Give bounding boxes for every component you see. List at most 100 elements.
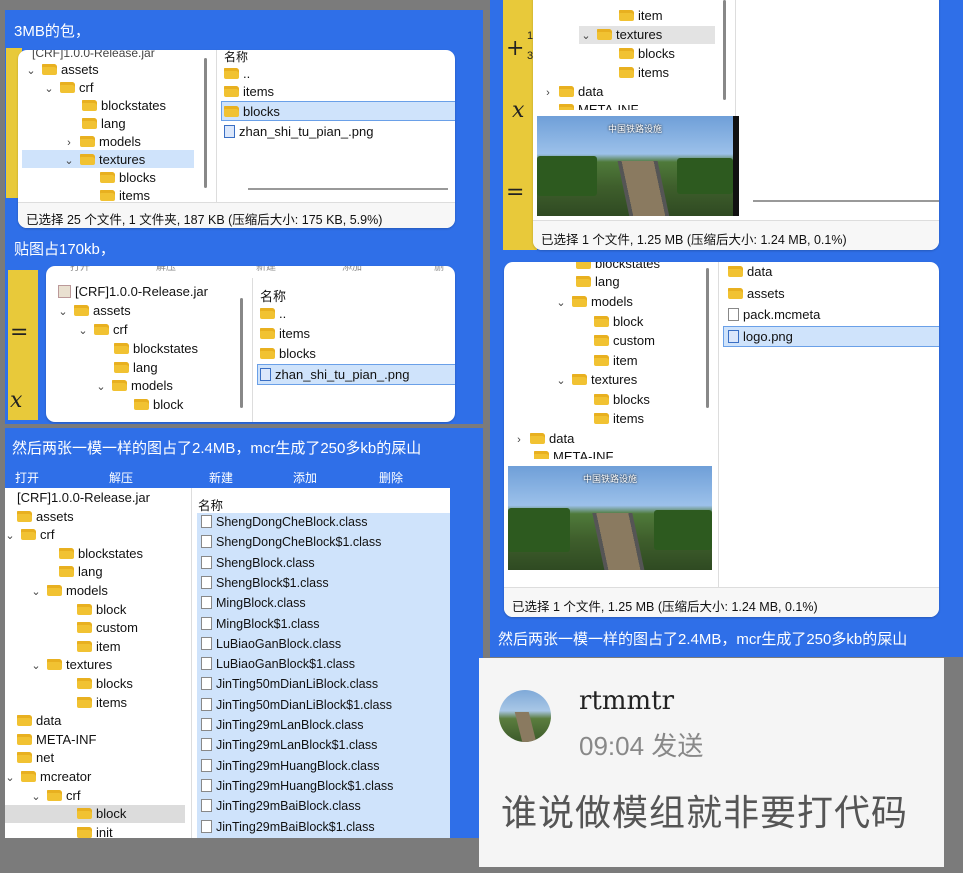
chevron-right-icon[interactable]: › xyxy=(543,87,553,99)
tree-item[interactable]: item xyxy=(619,8,663,23)
list-logo[interactable]: logo.png xyxy=(728,329,793,344)
archive-tree-item[interactable]: [CRF]1.0.0-Release.jar xyxy=(17,490,150,505)
file-row[interactable]: MingBlock$1.class xyxy=(201,616,320,631)
file-row[interactable]: JinTing29mLanBlock.class xyxy=(201,718,364,732)
file-row[interactable]: JinTing29mBaiBlock.class xyxy=(201,799,361,813)
tree-models[interactable]: › models xyxy=(64,134,141,149)
tree-item[interactable]: blocks xyxy=(594,392,650,407)
chevron-down-icon[interactable]: ⌄ xyxy=(556,296,566,309)
chevron-down-icon[interactable]: ⌄ xyxy=(581,29,591,42)
file-row[interactable]: JinTing29mHuangBlock$1.class xyxy=(201,778,393,793)
file-row[interactable]: LuBiaoGanBlock$1.class xyxy=(201,657,355,671)
tree-lang[interactable]: lang xyxy=(114,360,158,375)
tree-data[interactable]: › data xyxy=(543,84,603,99)
file-row[interactable]: LuBiaoGanBlock.class xyxy=(201,636,341,651)
file-row[interactable]: JinTing50mDianLiBlock$1.class xyxy=(201,697,392,712)
archive-tree-item[interactable]: assets xyxy=(17,509,74,524)
tree-jar[interactable]: [CRF]1.0.0-Release.jar xyxy=(58,284,208,299)
list-parent[interactable]: .. xyxy=(260,306,286,321)
file-row[interactable]: ShengBlock$1.class xyxy=(201,575,329,590)
chevron-down-icon[interactable]: ⌄ xyxy=(31,790,41,803)
chevron-down-icon[interactable]: ⌄ xyxy=(44,82,54,95)
tree-item[interactable]: blockstates xyxy=(576,262,660,271)
archive-tree-item[interactable]: items xyxy=(77,695,127,710)
extract-button[interactable]: 解压 xyxy=(109,469,133,486)
list-blocks[interactable]: blocks xyxy=(224,104,280,119)
tree-item[interactable]: lang xyxy=(576,274,620,289)
file-row[interactable]: JinTing50mDianLiBlock.class xyxy=(201,677,378,691)
avatar[interactable] xyxy=(499,690,551,742)
tree-blockstates[interactable]: blockstates xyxy=(114,341,198,356)
tree-item[interactable]: META-INF xyxy=(534,449,613,459)
column-header-name[interactable]: 名称 xyxy=(260,286,286,305)
file-row[interactable]: JinTing29mLanBlock$1.class xyxy=(201,738,377,752)
archive-tree-item[interactable]: META-INF xyxy=(17,732,96,747)
tree-crf[interactable]: ⌄ crf xyxy=(78,322,127,337)
tree-crf[interactable]: ⌄ crf xyxy=(44,80,93,95)
tree-item[interactable]: item xyxy=(594,353,638,368)
archive-tree-item[interactable]: init xyxy=(77,825,113,838)
chevron-down-icon[interactable]: ⌄ xyxy=(96,380,106,393)
chevron-down-icon[interactable]: ⌄ xyxy=(5,771,15,784)
tree-item[interactable]: items xyxy=(594,411,644,426)
archive-tree-item[interactable]: blockstates xyxy=(59,546,143,561)
archive-tree-item[interactable]: block xyxy=(77,602,126,617)
archive-tree-item[interactable]: ⌄ crf xyxy=(5,527,54,542)
archive-tree-item[interactable]: block xyxy=(77,806,126,821)
file-row[interactable]: JinTing29mHuangBlock.class xyxy=(201,758,380,773)
list-blocks[interactable]: blocks xyxy=(260,346,316,361)
list-items[interactable]: items xyxy=(260,326,310,341)
h-scrollbar[interactable] xyxy=(753,200,939,202)
tree-textures[interactable]: ⌄ textures xyxy=(581,27,662,42)
chevron-down-icon[interactable]: ⌄ xyxy=(31,585,41,598)
h-scrollbar[interactable] xyxy=(248,188,448,190)
chevron-right-icon[interactable]: › xyxy=(64,137,74,149)
tree-scrollbar[interactable] xyxy=(240,298,243,408)
archive-tree-item[interactable]: ⌄ mcreator xyxy=(5,769,91,784)
tree-models[interactable]: ⌄ models xyxy=(96,378,173,393)
file-row[interactable]: ShengBlock.class xyxy=(201,555,315,570)
list-data[interactable]: data xyxy=(728,264,772,279)
tree-scrollbar[interactable] xyxy=(204,58,207,188)
archive-tree-item[interactable]: item xyxy=(77,639,121,654)
tree-item[interactable]: ⌄ textures xyxy=(556,372,637,387)
open-button[interactable]: 打开 xyxy=(15,469,39,486)
archive-tree-item[interactable]: net xyxy=(17,750,54,765)
chevron-down-icon[interactable]: ⌄ xyxy=(26,64,36,77)
new-button[interactable]: 新建 xyxy=(209,469,233,486)
archive-tree-item[interactable]: lang xyxy=(59,564,103,579)
tree-item[interactable]: ⌄ models xyxy=(556,294,633,309)
list-assets[interactable]: assets xyxy=(728,286,785,301)
list-png[interactable]: zhan_shi_tu_pian_.png xyxy=(260,367,409,382)
list-png[interactable]: zhan_shi_tu_pian_.png xyxy=(224,124,373,139)
tree-assets[interactable]: ⌄ assets xyxy=(26,62,98,77)
archive-tree-item[interactable]: blocks xyxy=(77,676,133,691)
file-row[interactable]: ShengDongCheBlock$1.class xyxy=(201,535,381,549)
tree-item[interactable]: block xyxy=(594,314,643,329)
tree-items[interactable]: items xyxy=(619,65,669,80)
archive-tree-item[interactable]: ⌄ textures xyxy=(31,657,112,672)
chevron-right-icon[interactable]: › xyxy=(514,434,524,446)
file-row[interactable]: JinTing29mBaiBlock$1.class xyxy=(201,819,375,834)
chevron-down-icon[interactable]: ⌄ xyxy=(31,659,41,672)
archive-tree-item[interactable]: custom xyxy=(77,620,138,635)
chevron-down-icon[interactable]: ⌄ xyxy=(64,154,74,167)
tree-item[interactable]: custom xyxy=(594,333,655,348)
archive-tree-item[interactable]: ⌄ models xyxy=(31,583,108,598)
tree-scrollbar[interactable] xyxy=(706,268,709,408)
tree-assets[interactable]: ⌄ assets xyxy=(58,303,130,318)
file-row[interactable]: ShengDongCheBlock.class xyxy=(201,515,367,529)
list-mcmeta[interactable]: pack.mcmeta xyxy=(728,307,820,322)
tree-blocks[interactable]: blocks xyxy=(619,46,675,61)
column-header-name[interactable]: 名称 xyxy=(224,50,248,65)
chevron-down-icon[interactable]: ⌄ xyxy=(78,324,88,337)
column-header-name[interactable]: 名称 xyxy=(198,495,223,514)
list-items[interactable]: items xyxy=(224,84,274,99)
tree-block[interactable]: block xyxy=(134,397,183,412)
archive-tree-item[interactable]: data xyxy=(17,713,61,728)
tree-textures[interactable]: ⌄ textures xyxy=(64,152,145,167)
jar-root[interactable]: [CRF]1.0.0-Release.jar xyxy=(32,50,155,60)
tree-meta-inf-row[interactable]: META-INF xyxy=(543,102,733,110)
chevron-down-icon[interactable]: ⌄ xyxy=(556,374,566,387)
username[interactable]: rtmmtr xyxy=(579,686,674,716)
